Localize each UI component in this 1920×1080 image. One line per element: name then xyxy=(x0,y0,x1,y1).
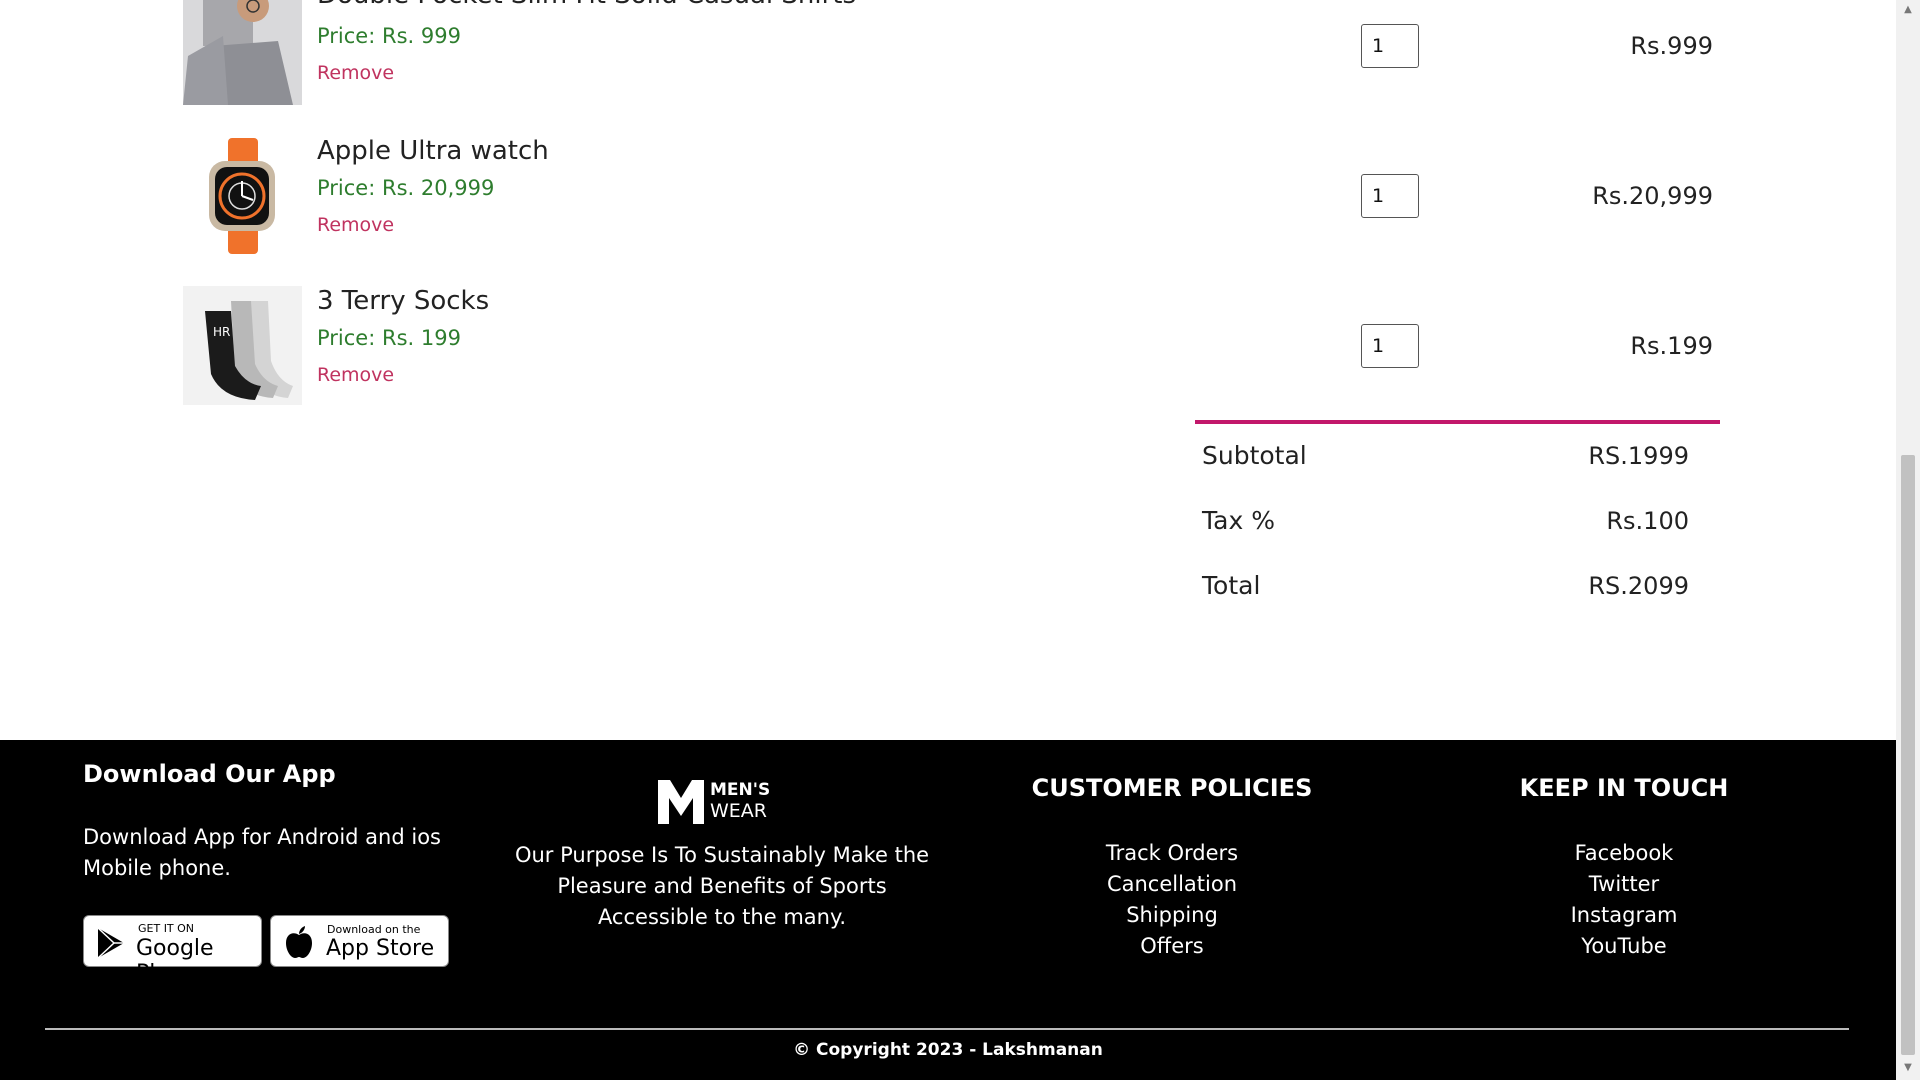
site-footer: Download Our App Download App for Androi… xyxy=(0,740,1896,1080)
quantity-input[interactable] xyxy=(1361,174,1419,218)
summary-divider xyxy=(1195,420,1720,424)
logo-text-top: MEN'S xyxy=(710,780,771,800)
link-track-orders[interactable]: Track Orders xyxy=(1022,838,1322,869)
quantity-input[interactable] xyxy=(1361,24,1419,68)
total-label: Total xyxy=(1202,571,1261,600)
total-value: RS.2099 xyxy=(1588,572,1689,600)
footer-divider xyxy=(45,1028,1849,1030)
brand-purpose-line: Accessible to the many. xyxy=(597,905,847,929)
product-price: Price: Rs. 20,999 xyxy=(317,176,495,200)
scroll-down-arrow-icon[interactable]: ▼ xyxy=(1902,1062,1914,1074)
customer-policies-links: Track Orders Cancellation Shipping Offer… xyxy=(1022,838,1322,962)
link-youtube[interactable]: YouTube xyxy=(1474,931,1774,962)
subtotal-value: RS.1999 xyxy=(1588,442,1689,470)
shirt-image xyxy=(183,0,302,105)
keep-in-touch-links: Facebook Twitter Instagram YouTube xyxy=(1474,838,1774,962)
quantity-input[interactable] xyxy=(1361,324,1419,368)
cart-item-shirt: Double Pocket Slim Fit Solid Casual Shir… xyxy=(0,0,1896,106)
remove-link[interactable]: Remove xyxy=(317,214,394,236)
link-facebook[interactable]: Facebook xyxy=(1474,838,1774,869)
watch-image xyxy=(183,136,302,255)
subtotal-label: Subtotal xyxy=(1202,441,1307,470)
google-play-icon xyxy=(97,927,124,959)
download-app-text: Download App for Android and ios Mobile … xyxy=(83,822,441,884)
download-app-heading: Download Our App xyxy=(83,760,336,788)
logo-m-icon xyxy=(658,780,704,824)
line-total: Rs.199 xyxy=(1630,332,1713,360)
app-store-small-text: Download on the xyxy=(327,923,421,936)
line-total: Rs.999 xyxy=(1630,32,1713,60)
google-play-button[interactable]: GET IT ON Google Play xyxy=(83,915,262,986)
scroll-up-arrow-icon[interactable]: ▲ xyxy=(1902,4,1914,16)
product-name: Double Pocket Slim Fit Solid Casual Shir… xyxy=(317,0,856,10)
app-store-big-text: App Store xyxy=(326,936,435,961)
product-price: Price: Rs. 199 xyxy=(317,326,461,350)
line-total: Rs.20,999 xyxy=(1592,182,1713,210)
scrollbar-thumb[interactable] xyxy=(1901,455,1915,1055)
link-cancellation[interactable]: Cancellation xyxy=(1022,869,1322,900)
google-play-big-text: Google Play xyxy=(136,936,214,986)
svg-text:HR: HR xyxy=(213,325,230,339)
cart-item-watch: Apple Ultra watch Price: Rs. 20,999 Remo… xyxy=(0,136,1896,256)
product-price: Price: Rs. 999 xyxy=(317,24,461,48)
copyright-text: © Copyright 2023 - Lakshmanan xyxy=(793,1040,1103,1060)
tax-value: Rs.100 xyxy=(1606,507,1689,535)
customer-policies-heading: CUSTOMER POLICIES xyxy=(1031,774,1313,802)
brand-purpose-text: Our Purpose Is To Sustainably Make the P… xyxy=(472,840,972,933)
link-twitter[interactable]: Twitter xyxy=(1474,869,1774,900)
page-scrollbar[interactable]: ▲ ▼ xyxy=(1896,0,1920,1080)
link-shipping[interactable]: Shipping xyxy=(1022,900,1322,931)
brand-purpose-line: Our Purpose Is To Sustainably Make the xyxy=(514,843,930,867)
cart-page: Double Pocket Slim Fit Solid Casual Shir… xyxy=(0,0,1896,1080)
product-name: 3 Terry Socks xyxy=(317,286,490,316)
download-app-text-line: Download App for Android and ios xyxy=(83,825,441,849)
google-play-small-text: GET IT ON xyxy=(138,922,195,935)
mens-wear-logo: MEN'S WEAR xyxy=(658,780,778,824)
product-name: Apple Ultra watch xyxy=(317,136,549,166)
apple-icon xyxy=(286,926,312,958)
cart-item-socks: HR 3 Terry Socks Price: Rs. 199 Remove R… xyxy=(0,286,1896,406)
brand-purpose-line: Pleasure and Benefits of Sports xyxy=(557,874,887,898)
app-store-button[interactable]: Download on the App Store xyxy=(270,915,449,967)
remove-link[interactable]: Remove xyxy=(317,62,394,84)
tax-label: Tax % xyxy=(1202,506,1275,535)
keep-in-touch-heading: KEEP IN TOUCH xyxy=(1519,774,1729,802)
link-instagram[interactable]: Instagram xyxy=(1474,900,1774,931)
download-app-text-line: Mobile phone. xyxy=(83,856,231,880)
remove-link[interactable]: Remove xyxy=(317,364,394,386)
socks-image: HR xyxy=(183,286,302,405)
link-offers[interactable]: Offers xyxy=(1022,931,1322,962)
logo-text-bottom: WEAR xyxy=(710,800,767,822)
